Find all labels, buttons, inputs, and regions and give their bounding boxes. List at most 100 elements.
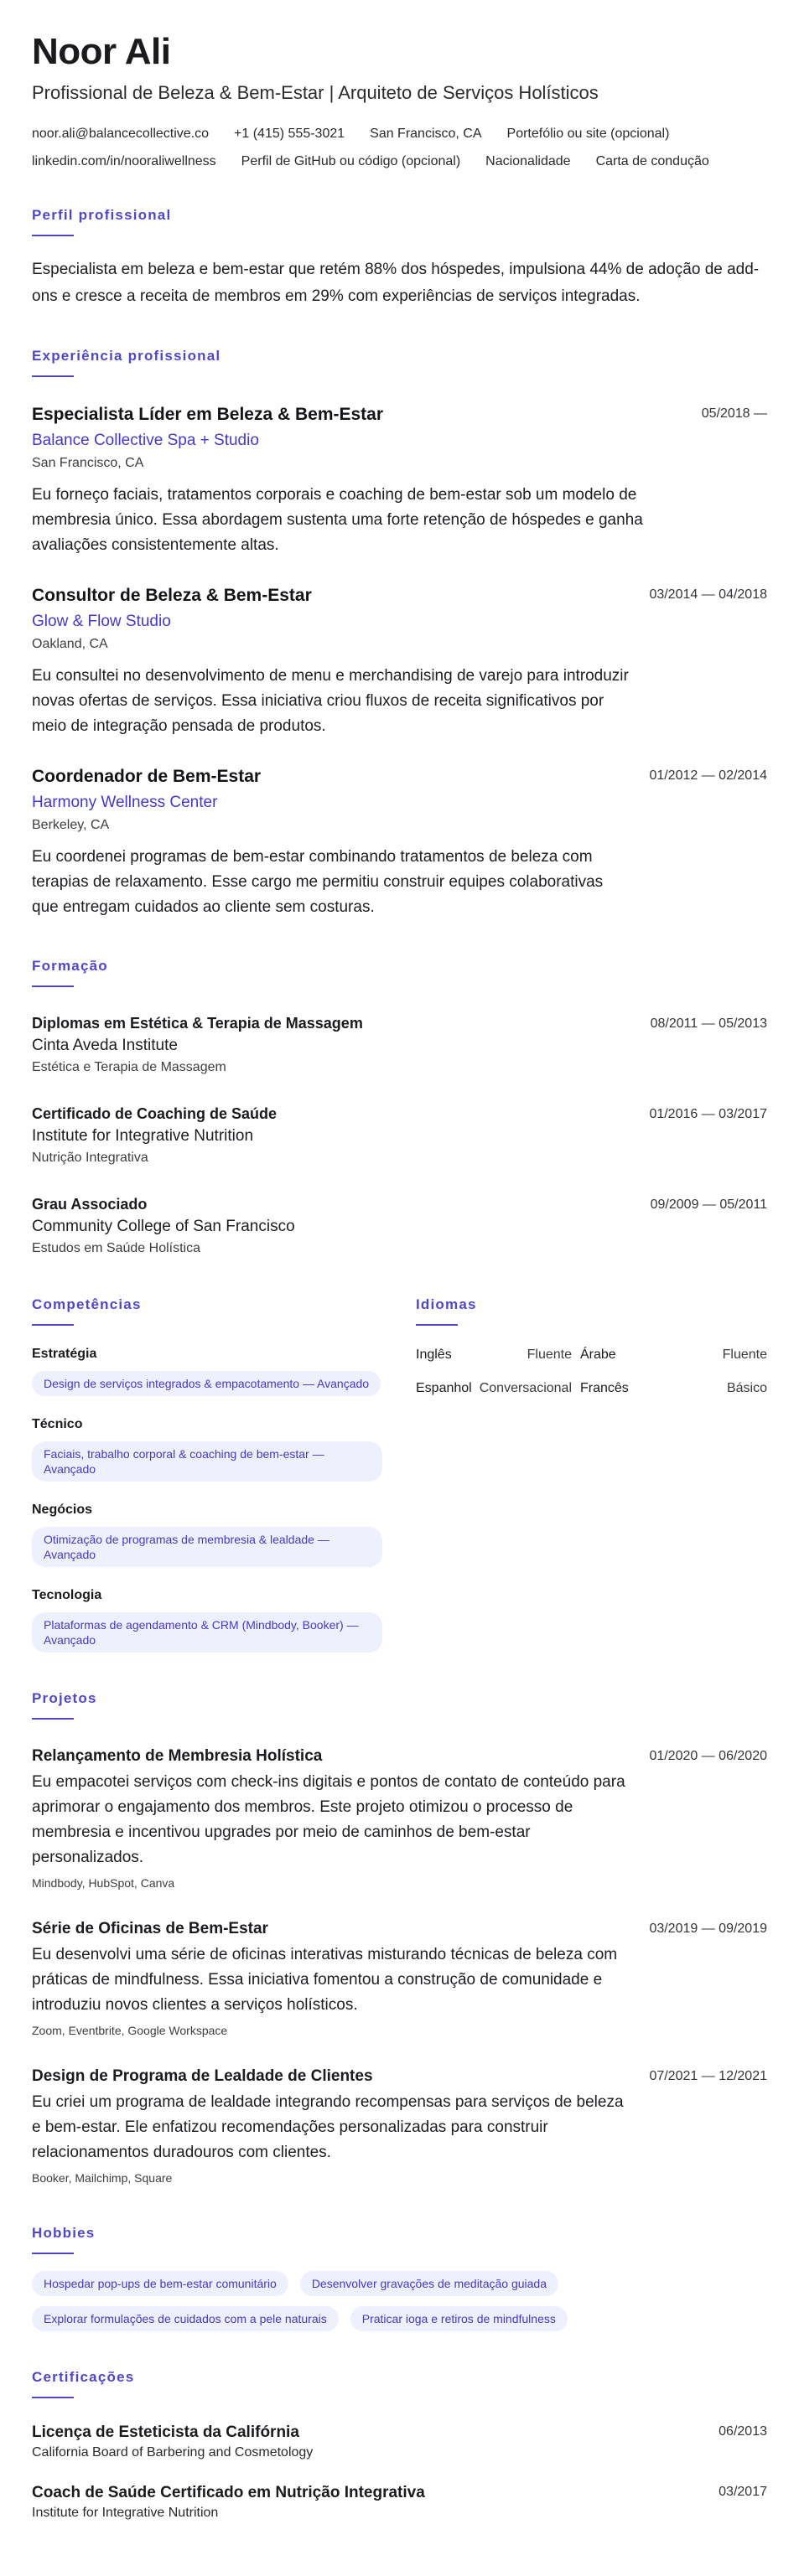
contact-github[interactable]: Perfil de GitHub ou código (opcional) xyxy=(241,153,460,169)
degree-name: Certificado de Coaching de Saúde xyxy=(32,1105,278,1122)
project-name: Design de Programa de Lealdade de Client… xyxy=(32,2067,373,2085)
section-title: Projetos xyxy=(32,1690,97,1706)
certification-entry: Coach de Saúde Certificado em Nutrição I… xyxy=(32,2482,767,2522)
skill-pill: Plataformas de agendamento & CRM (Mindbo… xyxy=(32,1612,382,1653)
field-of-study: Estudos em Saúde Holística xyxy=(32,1241,200,1255)
job-description: Eu forneço faciais, tratamentos corporai… xyxy=(32,486,643,554)
certification-name: Coach de Saúde Certificado em Nutrição I… xyxy=(32,2484,425,2501)
project-tools: Mindbody, HubSpot, Canva xyxy=(32,1876,175,1890)
hobby-pill: Explorar formulações de cuidados com a p… xyxy=(32,2306,339,2331)
field-of-study: Estética e Terapia de Massagem xyxy=(32,1060,226,1074)
section-title: Hobbies xyxy=(32,2225,96,2241)
language-level: Conversacional xyxy=(479,1381,572,1395)
education-dates: 08/2011 — 05/2013 xyxy=(650,1016,767,1031)
project-description: Eu desenvolvi uma série de oficinas inte… xyxy=(32,1946,618,2014)
job-dates: 01/2012 — 02/2014 xyxy=(649,768,767,783)
hobby-pill: Praticar ioga e retiros de mindfulness xyxy=(350,2306,568,2331)
skill-group: Tecnologia Plataformas de agendamento & … xyxy=(32,1585,382,1653)
section-title: Perfil profissional xyxy=(32,207,172,223)
skill-category: Negócios xyxy=(32,1503,93,1517)
skills-section: Competências Estratégia Design de serviç… xyxy=(32,1296,382,1653)
degree-name: Diplomas em Estética & Terapia de Massag… xyxy=(32,1015,363,1032)
skill-category: Técnico xyxy=(32,1417,83,1431)
education-entry: Grau Associado Community College of San … xyxy=(32,1193,767,1259)
hobby-pill: Hospedar pop-ups de bem-estar comunitári… xyxy=(32,2271,288,2296)
contact-phone[interactable]: +1 (415) 555-3021 xyxy=(234,126,345,142)
contact-nationality: Nacionalidade xyxy=(485,154,571,168)
headline: Profissional de Beleza & Bem-Estar | Arq… xyxy=(32,82,599,103)
contact-portfolio[interactable]: Portefólio ou site (opcional) xyxy=(507,126,670,142)
education-entry: Certificado de Coaching de Saúde Institu… xyxy=(32,1103,767,1168)
skill-pill: Design de serviços integrados & empacota… xyxy=(32,1371,381,1396)
section-divider xyxy=(32,1324,74,1326)
candidate-name: Noor Ali xyxy=(32,31,171,72)
contact-email[interactable]: noor.ali@balancecollective.co xyxy=(32,126,209,142)
project-entry: Relançamento de Membresia Holística Eu e… xyxy=(32,1745,767,1892)
language-name: Espanhol xyxy=(416,1381,472,1395)
education-dates: 01/2016 — 03/2017 xyxy=(649,1107,767,1121)
company-name: Harmony Wellness Center xyxy=(32,794,218,811)
field-of-study: Nutrição Integrativa xyxy=(32,1151,148,1165)
language-level: Fluente xyxy=(722,1347,767,1362)
experience-entry: Consultor de Beleza & Bem-Estar Glow & F… xyxy=(32,583,767,739)
job-description: Eu coordenei programas de bem-estar comb… xyxy=(32,848,604,916)
project-name: Série de Oficinas de Bem-Estar xyxy=(32,1920,268,1937)
certification-date: 06/2013 xyxy=(719,2424,767,2439)
language-name: Francês xyxy=(580,1381,629,1395)
language-name: Árabe xyxy=(580,1347,616,1362)
section-divider xyxy=(32,375,74,377)
skills-languages-row: Competências Estratégia Design de serviç… xyxy=(32,1296,767,1653)
job-title: Especialista Líder em Beleza & Bem-Estar xyxy=(32,405,384,424)
certification-issuer: Institute for Integrative Nutrition xyxy=(32,2506,219,2520)
contact-driving-license: Carta de condução xyxy=(595,154,709,168)
experience-entry: Coordenador de Bem-Estar Harmony Wellnes… xyxy=(32,764,767,920)
company-name: Balance Collective Spa + Studio xyxy=(32,432,259,449)
project-tools: Zoom, Eventbrite, Google Workspace xyxy=(32,2024,228,2037)
hobbies-section: Hobbies Hospedar pop-ups de bem-estar co… xyxy=(32,2224,767,2331)
project-description: Eu criei um programa de lealdade integra… xyxy=(32,2093,624,2161)
certification-entry: Licença de Esteticista da Califórnia Cal… xyxy=(32,2422,767,2462)
education-entry: Diplomas em Estética & Terapia de Massag… xyxy=(32,1012,767,1078)
languages-grid: Inglês Fluente Árabe Fluente Espanhol Co… xyxy=(416,1346,767,1398)
section-divider xyxy=(416,1324,458,1326)
skill-category: Estratégia xyxy=(32,1347,97,1361)
skill-group: Estratégia Design de serviços integrados… xyxy=(32,1344,382,1396)
job-dates: 03/2014 — 04/2018 xyxy=(649,587,767,602)
certifications-section: Certificações Licença de Esteticista da … xyxy=(32,2368,767,2522)
projects-section: Projetos Relançamento de Membresia Holís… xyxy=(32,1689,767,2187)
section-divider xyxy=(32,985,74,987)
degree-name: Grau Associado xyxy=(32,1196,148,1213)
skill-pill: Otimização de programas de membresia & l… xyxy=(32,1527,382,1567)
job-title: Coordenador de Bem-Estar xyxy=(32,767,262,786)
language-level: Fluente xyxy=(527,1347,572,1362)
skill-pill: Faciais, trabalho corporal & coaching de… xyxy=(32,1441,382,1482)
project-dates: 03/2019 — 09/2019 xyxy=(649,1922,767,1936)
experience-entry: Especialista Líder em Beleza & Bem-Estar… xyxy=(32,402,767,558)
education-section: Formação Diplomas em Estética & Terapia … xyxy=(32,957,767,1259)
section-divider xyxy=(32,2397,74,2398)
project-dates: 07/2021 — 12/2021 xyxy=(649,2069,767,2083)
section-title: Experiência profissional xyxy=(32,348,221,364)
certification-date: 03/2017 xyxy=(719,2485,767,2499)
company-name: Glow & Flow Studio xyxy=(32,613,171,630)
institution-name: Cinta Aveda Institute xyxy=(32,1037,178,1054)
skill-group: Técnico Faciais, trabalho corporal & coa… xyxy=(32,1415,382,1482)
section-divider xyxy=(32,1718,74,1720)
job-title: Consultor de Beleza & Bem-Estar xyxy=(32,586,312,605)
certification-issuer: California Board of Barbering and Cosmet… xyxy=(32,2445,314,2460)
project-name: Relançamento de Membresia Holística xyxy=(32,1747,323,1765)
profile-section: Perfil profissional Especialista em bele… xyxy=(32,206,767,310)
job-dates: 05/2018 — xyxy=(701,406,767,421)
section-title: Certificações xyxy=(32,2369,135,2385)
skill-group: Negócios Otimização de programas de memb… xyxy=(32,1500,382,1567)
job-description: Eu consultei no desenvolvimento de menu … xyxy=(32,667,629,735)
certification-name: Licença de Esteticista da Califórnia xyxy=(32,2423,299,2441)
contact-linkedin[interactable]: linkedin.com/in/nooraliwellness xyxy=(32,153,216,169)
resume-page: Noor Ali Profissional de Beleza & Bem-Es… xyxy=(0,0,799,2553)
contact-location: San Francisco, CA xyxy=(370,127,482,141)
project-tools: Booker, Mailchimp, Square xyxy=(32,2171,173,2185)
job-location: Berkeley, CA xyxy=(32,818,110,832)
skill-category: Tecnologia xyxy=(32,1588,102,1602)
project-dates: 01/2020 — 06/2020 xyxy=(649,1749,767,1763)
institution-name: Community College of San Francisco xyxy=(32,1218,295,1235)
